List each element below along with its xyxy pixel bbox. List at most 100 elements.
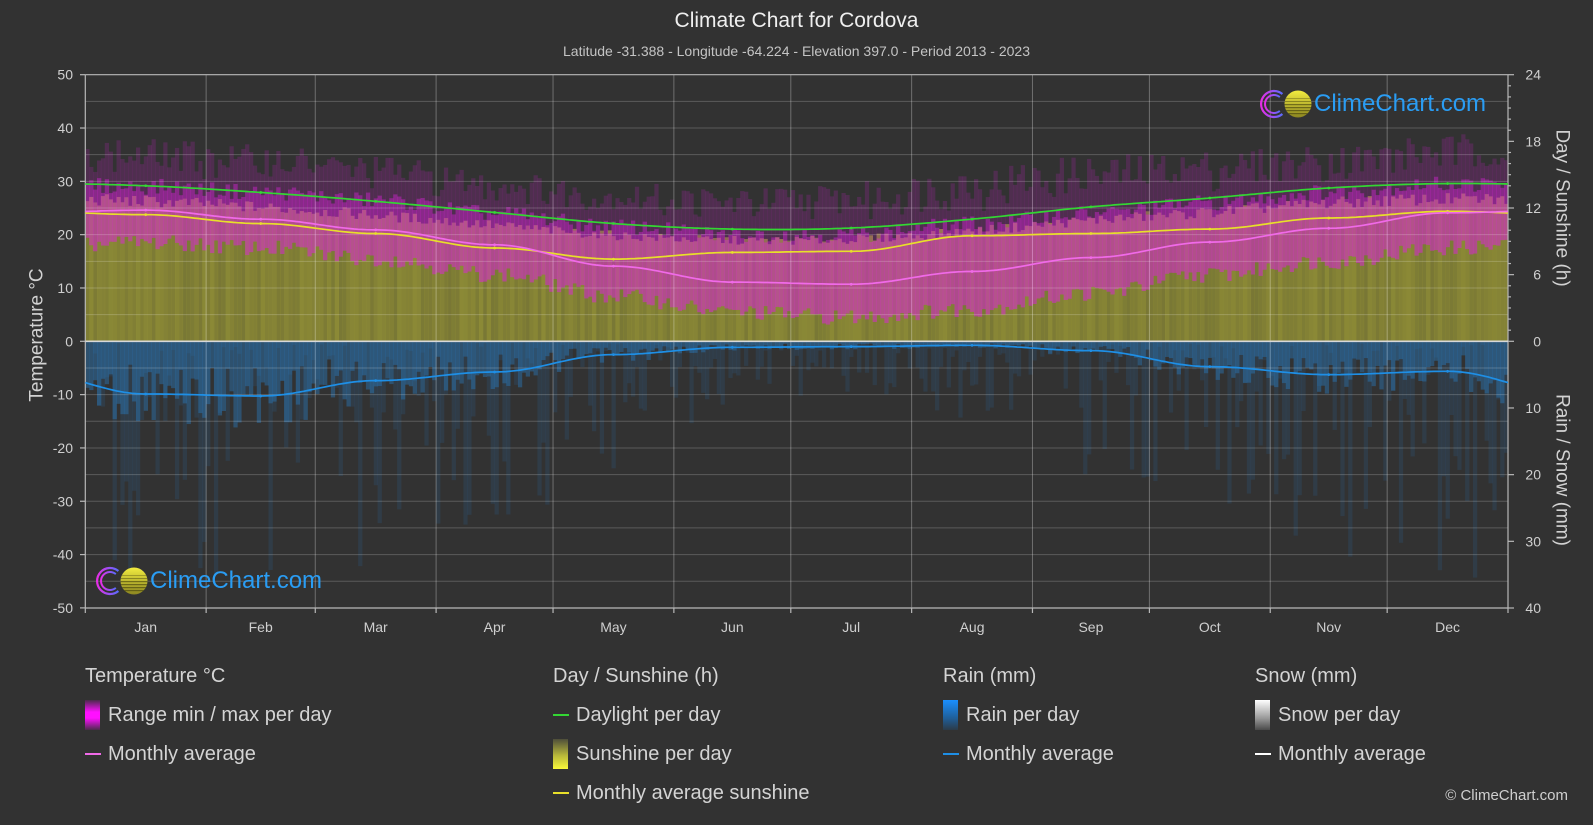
temp-range-bar (104, 179, 110, 246)
temp-range-bar (849, 228, 854, 311)
temp-extreme-bar (143, 156, 149, 195)
rain-avg-point (730, 345, 734, 349)
temp-range-bar (163, 190, 168, 245)
month-label: Sep (1078, 619, 1103, 635)
rain-bar-extent (588, 341, 593, 406)
temp-extreme-bar (1207, 170, 1213, 201)
temp-range-bar (1239, 194, 1244, 277)
rain-bar (323, 341, 328, 385)
rain-bar-extent (1344, 341, 1349, 371)
temp-range-bar (853, 235, 858, 324)
temp-extreme-bar (459, 169, 464, 208)
rain-bar-extent (1371, 341, 1376, 351)
temp-extreme-bar (420, 170, 425, 198)
rain-bar-extent (1317, 341, 1322, 387)
temp-extreme-bar (1469, 143, 1474, 181)
temp-range-bar (1153, 200, 1158, 276)
temp-extreme-bar (1453, 164, 1458, 189)
rain-bar (346, 341, 351, 407)
temp-extreme-bar (287, 171, 293, 190)
rain-bar-extent (1433, 341, 1439, 358)
temp-range-bar (724, 239, 729, 309)
rain-bar-extent (128, 341, 133, 587)
temp-range-bar (638, 231, 644, 294)
temp-avg-point (259, 217, 263, 221)
temp-extreme-bar (1332, 173, 1337, 194)
temp-extreme-bar (705, 191, 710, 228)
right-top-tick-label: 0 (1533, 333, 1541, 349)
rain-bar-extent (315, 341, 320, 380)
temp-extreme-bar (1168, 182, 1174, 199)
rain-bar-extent (498, 341, 503, 361)
temp-range-bar (759, 231, 764, 320)
rain-bar-extent (821, 341, 827, 368)
month-label: Nov (1316, 619, 1341, 635)
left-tick-label: 10 (57, 280, 73, 296)
temp-extreme-bar (108, 151, 113, 194)
temp-range-bar (389, 198, 394, 268)
rain-bar-extent (708, 341, 714, 368)
temp-extreme-bar (424, 171, 429, 201)
rain-bar-extent (1426, 341, 1431, 375)
temp-extreme-bar (1114, 159, 1119, 209)
temp-extreme-bar (96, 160, 102, 179)
temp-range-bar (1317, 186, 1322, 258)
legend-item-rain-avg: Monthly average (943, 742, 1243, 766)
temp-extreme-bar (1110, 159, 1115, 208)
month-label: Mar (364, 619, 388, 635)
rain-bar-extent (630, 341, 636, 397)
legend-item-sunshine-daily: Sunshine per day (553, 739, 853, 769)
sunshine-swatch-icon (553, 739, 568, 769)
logo-bottom-left[interactable]: ClimeChart.com (95, 566, 322, 596)
rain-bar-extent (845, 341, 850, 392)
temp-extreme-bar (1254, 181, 1259, 202)
temp-range-bar (712, 240, 718, 311)
temp-extreme-bar (436, 196, 441, 212)
rain-bar-extent (369, 341, 375, 408)
temp-extreme-bar (1246, 168, 1252, 202)
snow-avg-line-icon (1255, 753, 1271, 755)
rain-bar-extent (1227, 341, 1232, 504)
temp-range-bar (252, 186, 258, 242)
temp-extreme-bar (521, 188, 527, 209)
temp-range-bar (369, 206, 375, 256)
temp-extreme-bar (993, 170, 998, 230)
legend-title: Day / Sunshine (h) (553, 665, 719, 687)
temp-extreme-bar (630, 202, 636, 221)
rain-bar-extent (182, 341, 187, 480)
rain-bar-extent (970, 341, 975, 386)
rain-bar-extent (1122, 341, 1127, 354)
rain-bar (291, 341, 297, 371)
logo-top-right[interactable]: ClimeChart.com (1259, 89, 1486, 119)
temp-range-bar (1488, 180, 1493, 250)
rain-bar-extent (529, 341, 534, 364)
rain-bar-extent (1087, 341, 1092, 455)
rain-bar-extent (490, 341, 495, 504)
temp-range-bar (1157, 207, 1162, 284)
temp-extreme-bar (1040, 187, 1045, 223)
temp-extreme-bar (132, 160, 137, 192)
temp-range-bar (1048, 224, 1053, 302)
temp-range-bar (970, 216, 975, 312)
rain-bar-extent (798, 341, 803, 396)
temp-extreme-bar (264, 150, 269, 188)
rain-bar (210, 341, 215, 369)
temp-extreme-bar (408, 171, 414, 207)
rain-bar (1196, 341, 1201, 368)
temp-range-bar (1009, 214, 1014, 310)
temp-range-bar (171, 192, 176, 236)
temp-range-bar (923, 226, 928, 305)
temp-extreme-bar (1239, 153, 1244, 195)
temp-extreme-bar (556, 183, 562, 217)
rain-bar-extent (252, 341, 258, 387)
rain-bar-extent (1083, 341, 1088, 475)
rain-bar-extent (440, 341, 445, 443)
temp-range-bar (1500, 187, 1505, 241)
temp-range-bar (1437, 187, 1443, 253)
rain-bar-extent (186, 341, 191, 354)
temp-extreme-bar (1172, 174, 1178, 209)
copyright-link[interactable]: © ClimeChart.com (1445, 787, 1568, 804)
temp-range-bar (525, 219, 531, 275)
temp-extreme-bar (1137, 156, 1142, 204)
temp-extreme-bar (447, 181, 453, 203)
